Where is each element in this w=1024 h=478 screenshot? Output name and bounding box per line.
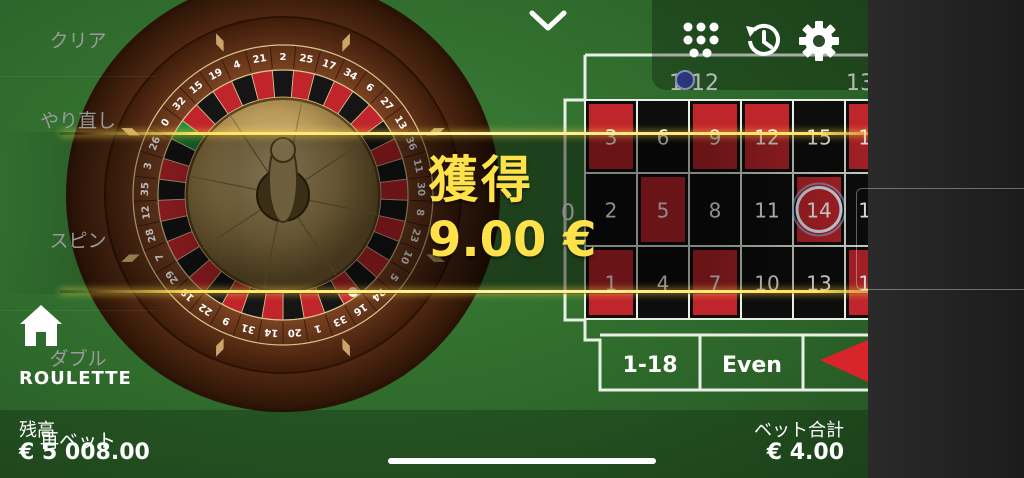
total-bet-label: ベット合計 bbox=[754, 420, 844, 441]
win-amount: 9.00 € bbox=[428, 212, 597, 268]
win-label: 獲得 bbox=[428, 151, 534, 209]
banner-bottom-line bbox=[60, 290, 950, 293]
side-divider bbox=[0, 310, 156, 311]
total-bet-value: € 4.00 bbox=[766, 440, 844, 465]
double-button[interactable]: ダブル bbox=[0, 344, 156, 371]
undo-button[interactable]: やり直し bbox=[0, 106, 156, 133]
spin-button[interactable]: スピン bbox=[0, 226, 156, 253]
bet-red[interactable] bbox=[820, 340, 868, 382]
game-title: ROULETTE bbox=[19, 368, 132, 389]
home-indicator[interactable] bbox=[388, 458, 656, 464]
home-icon[interactable] bbox=[16, 300, 66, 350]
wheel-pocket bbox=[271, 69, 295, 98]
banner-top-line bbox=[60, 132, 950, 135]
bet-even[interactable]: Even bbox=[722, 353, 782, 378]
bet-1-18[interactable]: 1-18 bbox=[622, 353, 677, 378]
wheel-number: 21 bbox=[252, 53, 268, 66]
history-icon[interactable] bbox=[740, 18, 786, 64]
rebet-button[interactable]: 再ベット bbox=[0, 426, 156, 453]
wheel-number: 14 bbox=[264, 326, 279, 338]
clear-button[interactable]: クリア bbox=[0, 26, 156, 53]
wheel-number: 20 bbox=[287, 326, 302, 338]
wheel-number: 25 bbox=[298, 53, 314, 66]
gear-icon[interactable] bbox=[796, 18, 842, 64]
wheel-number: 2 bbox=[280, 52, 287, 63]
chip-rack-icon[interactable] bbox=[680, 18, 726, 64]
spin-button-frame[interactable] bbox=[856, 188, 1024, 290]
side-divider bbox=[0, 76, 156, 77]
chevron-down-icon[interactable] bbox=[528, 6, 568, 36]
